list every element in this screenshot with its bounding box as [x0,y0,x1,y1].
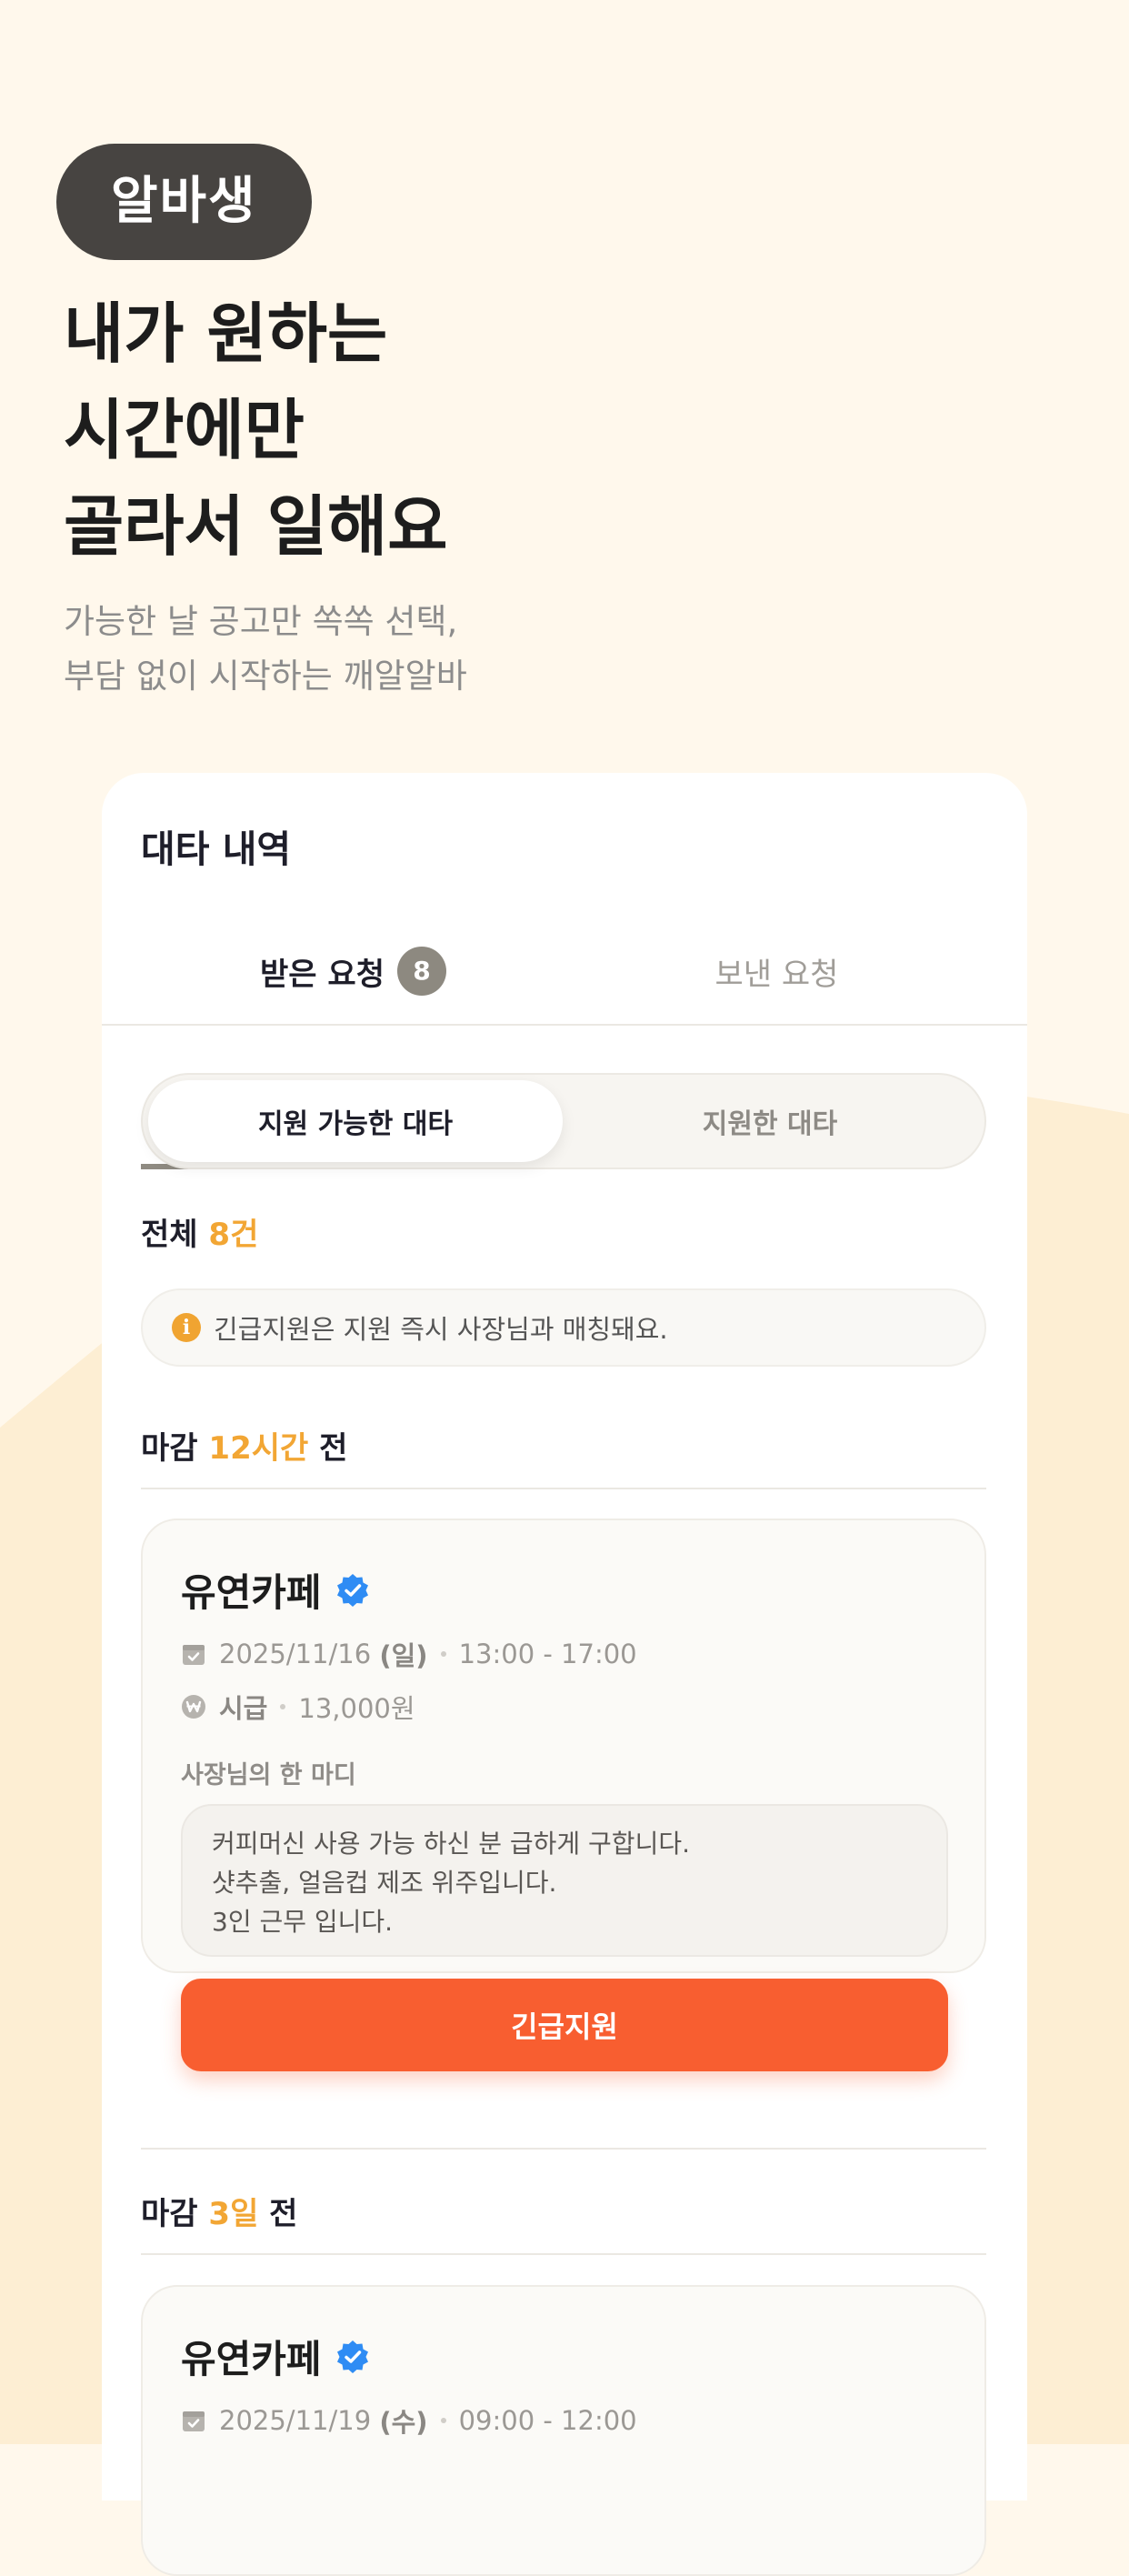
deadline-header: 마감 12시간 전 [141,1430,348,1467]
job-card[interactable]: 유연카페 2025/11/16 (일) 13:00 - 17:00 시급 13,… [141,1519,986,2071]
tab-received-requests[interactable]: 받은 요청 8 [141,918,565,1024]
won-coin-icon [182,1695,205,1719]
tab-count-badge: 8 [396,947,446,996]
tab-label: 보낸 요청 [714,956,839,993]
request-tabs: 받은 요청 8 보낸 요청 [102,918,1027,1169]
calendar-icon [183,1645,205,1665]
card-title: 대타 내역 [141,827,292,871]
owner-comment: 커피머신 사용 가능 하신 분 급하게 구합니다. 샷추출, 얼음컵 제조 위주… [181,1804,948,1957]
subtitle-line: 부담 없이 시작하는 깨알알바 [64,657,467,696]
owner-comment-label: 사장님의 한 마디 [181,1761,356,1789]
notice-banner: i 긴급지원은 지원 즉시 사장님과 매칭돼요. [141,1288,986,1367]
divider [141,2148,986,2150]
job-weekday: (수) [379,2407,428,2438]
job-weekday: (일) [379,1640,428,1671]
verified-badge-icon [336,2340,368,2373]
divider [141,1488,986,1489]
headline-line: 골라서 일해요 [64,488,448,565]
headline: 내가 원하는 시간에만 골라서 일해요 [64,286,1074,575]
segment-applied-substitutes[interactable]: 지원한 대타 [563,1080,977,1162]
job-date: 2025/11/16 [219,1639,372,1669]
job-time: 13:00 - 17:00 [458,1639,637,1669]
total-count: 전체 8건 [141,1217,259,1253]
deadline-header: 마감 3일 전 [141,2196,298,2232]
verified-badge-icon [336,1573,368,1607]
divider [141,2253,986,2255]
tab-label: 받은 요청 [260,956,385,993]
filter-segmented-control: 지원 가능한 대타 지원한 대타 [141,1073,986,1169]
job-wage: 시급 13,000원 [181,1688,415,1726]
store-name: 유연카페 [181,2329,371,2384]
headline-line: 내가 원하는 [64,296,388,372]
job-date: 2025/11/19 [219,2405,372,2436]
notice-text: 긴급지원은 지원 즉시 사장님과 매칭돼요. [214,1314,668,1345]
calendar-icon [183,2411,205,2431]
segment-available-substitutes[interactable]: 지원 가능한 대타 [148,1080,563,1162]
hero-section: 알바생 내가 원하는 시간에만 골라서 일해요 가능한 날 공고만 쏙쏙 선택,… [56,144,1074,704]
info-icon: i [172,1313,201,1342]
total-count-value: 8건 [208,1217,259,1253]
job-schedule: 2025/11/19 (수) 09:00 - 12:00 [181,2401,637,2440]
subtitle-line: 가능한 날 공고만 쏙쏙 선택, [64,602,458,641]
job-card[interactable]: 유연카페 2025/11/19 (수) 09:00 - 12:00 [141,2285,986,2576]
wage-label: 시급 [219,1693,268,1724]
substitute-history-card: 대타 내역 받은 요청 8 보낸 요청 지원 가능한 대타 지원한 대타 전체 … [102,773,1027,2576]
tab-sent-requests[interactable]: 보낸 요청 [565,918,988,1024]
headline-line: 시간에만 [64,392,305,468]
store-name: 유연카페 [181,1562,371,1618]
job-schedule: 2025/11/16 (일) 13:00 - 17:00 [181,1635,637,1673]
subtitle: 가능한 날 공고만 쏙쏙 선택, 부담 없이 시작하는 깨알알바 [64,595,1074,704]
urgent-apply-button[interactable]: 긴급지원 [181,1979,948,2071]
job-time: 09:00 - 12:00 [458,2405,637,2436]
wage-value: 13,000원 [298,1693,415,1724]
role-badge: 알바생 [56,144,312,260]
